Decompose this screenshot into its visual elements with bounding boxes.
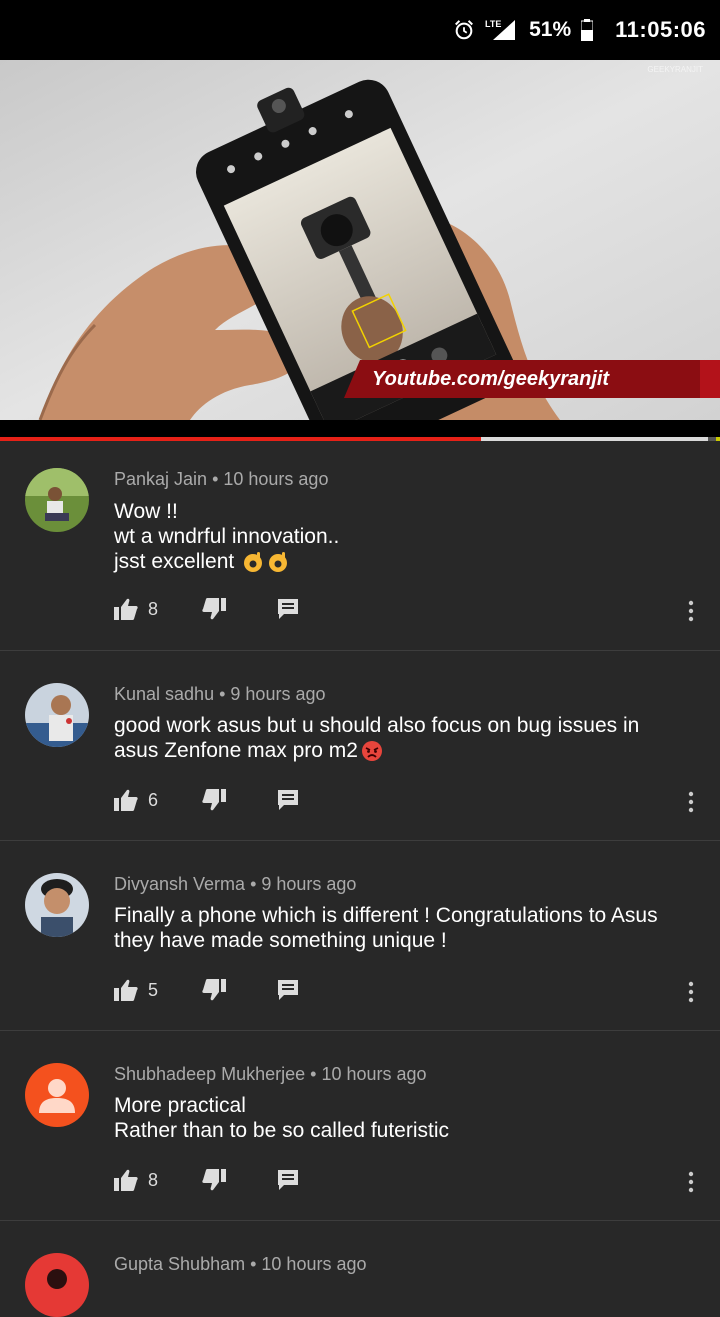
comment-meta: Gupta Shubham • 10 hours ago [114,1254,367,1274]
comment-item: Shubhadeep Mukherjee • 10 hours ago More… [0,1031,720,1221]
comment-text: good work asus but u should also focus o… [114,713,694,763]
comment-author[interactable]: Gupta Shubham [114,1254,245,1274]
more-options-icon[interactable] [687,791,695,813]
avatar[interactable] [25,683,89,747]
status-bar: LTE 51% 11:05:06 [0,0,720,60]
alarm-icon [455,20,474,40]
comment-item: Gupta Shubham • 10 hours ago [0,1221,720,1317]
comment-line: More practical [114,1094,246,1117]
reply-icon[interactable] [276,1169,300,1191]
more-options-icon[interactable] [687,1171,695,1193]
comment-author[interactable]: Pankaj Jain [114,469,207,489]
comment-time: 9 hours ago [230,684,326,704]
video-overlay-banner: Youtube.com/geekyranjit [372,368,610,390]
video-frame: Youtube.com/geekyranjit GEEKYRANJIT [0,60,720,420]
comment-text: Finally a phone which is different ! Con… [114,903,694,953]
comment-author[interactable]: Shubhadeep Mukherjee [114,1064,305,1084]
comment-actions: 8 [114,594,300,624]
video-player[interactable]: Youtube.com/geekyranjit GEEKYRANJIT [0,60,720,420]
battery-percent: 51% [529,18,572,41]
thumbs-up-icon[interactable] [114,789,138,811]
comment-time: 10 hours ago [223,469,329,489]
comment-time: 9 hours ago [261,874,357,894]
comment-line: Rather than to be so called futeristic [114,1119,450,1142]
like-count: 8 [148,1169,159,1190]
reply-icon[interactable] [276,789,300,811]
avatar[interactable] [25,468,89,532]
avatar[interactable] [25,1063,89,1127]
default-user-icon [25,1063,89,1127]
lte-signal-icon: LTE [485,19,516,40]
comment-time: 10 hours ago [321,1064,427,1084]
avatar[interactable] [25,1253,89,1317]
comment-meta: Shubhadeep Mukherjee • 10 hours ago [114,1064,427,1084]
clock: 11:05:06 [615,17,706,42]
thumbs-down-icon[interactable] [202,1169,226,1191]
like-count: 8 [148,598,159,619]
battery-icon [581,19,594,41]
thumbs-up-icon[interactable] [114,979,138,1001]
comment-line: wt a wndrful innovation.. [114,525,340,548]
comment-text: More practical Rather than to be so call… [114,1093,694,1143]
comment-author[interactable]: Divyansh Verma [114,874,245,894]
reply-icon[interactable] [276,598,300,620]
comment-line: asus Zenfone max pro m2 [114,739,358,762]
thumbs-up-icon[interactable] [114,598,138,620]
comment-line: they have made something unique ! [114,929,447,952]
comment-actions: 8 [114,1165,300,1195]
comment-text: Wow !! wt a wndrful innovation.. jsst ex… [114,499,694,574]
reply-icon[interactable] [276,979,300,1001]
more-options-icon[interactable] [687,981,695,1003]
comment-item: Kunal sadhu • 9 hours ago good work asus… [0,651,720,841]
angry-face-emoji-icon [361,741,382,762]
comment-item: Divyansh Verma • 9 hours ago Finally a p… [0,841,720,1031]
comment-item: Pankaj Jain • 10 hours ago Wow !! wt a w… [0,441,720,651]
comment-actions: 5 [114,975,300,1005]
video-watermark: GEEKYRANJIT [647,65,703,74]
comment-meta: Kunal sadhu • 9 hours ago [114,684,326,704]
thumbs-down-icon[interactable] [202,979,226,1001]
comment-actions: 6 [114,785,300,815]
comment-line: Finally a phone which is different ! Con… [114,904,658,927]
comment-line: good work asus but u should also focus o… [114,714,640,737]
more-options-icon[interactable] [687,600,695,622]
comment-line: Wow !! [114,500,178,523]
thumbs-up-icon[interactable] [114,1169,138,1191]
video-bottom-bar [0,420,720,437]
like-count: 5 [148,979,159,1000]
comment-meta: Divyansh Verma • 9 hours ago [114,874,357,894]
thumbs-down-icon[interactable] [202,789,226,811]
comment-list: Pankaj Jain • 10 hours ago Wow !! wt a w… [0,441,720,1317]
svg-text:LTE: LTE [485,19,501,29]
comment-meta: Pankaj Jain • 10 hours ago [114,469,329,489]
comment-line: jsst excellent [114,550,235,573]
thumbs-down-icon[interactable] [202,598,226,620]
ok-hand-emoji-icon [244,552,288,573]
like-count: 6 [148,789,159,810]
avatar[interactable] [25,873,89,937]
comment-time: 10 hours ago [261,1254,367,1274]
comment-author[interactable]: Kunal sadhu [114,684,214,704]
